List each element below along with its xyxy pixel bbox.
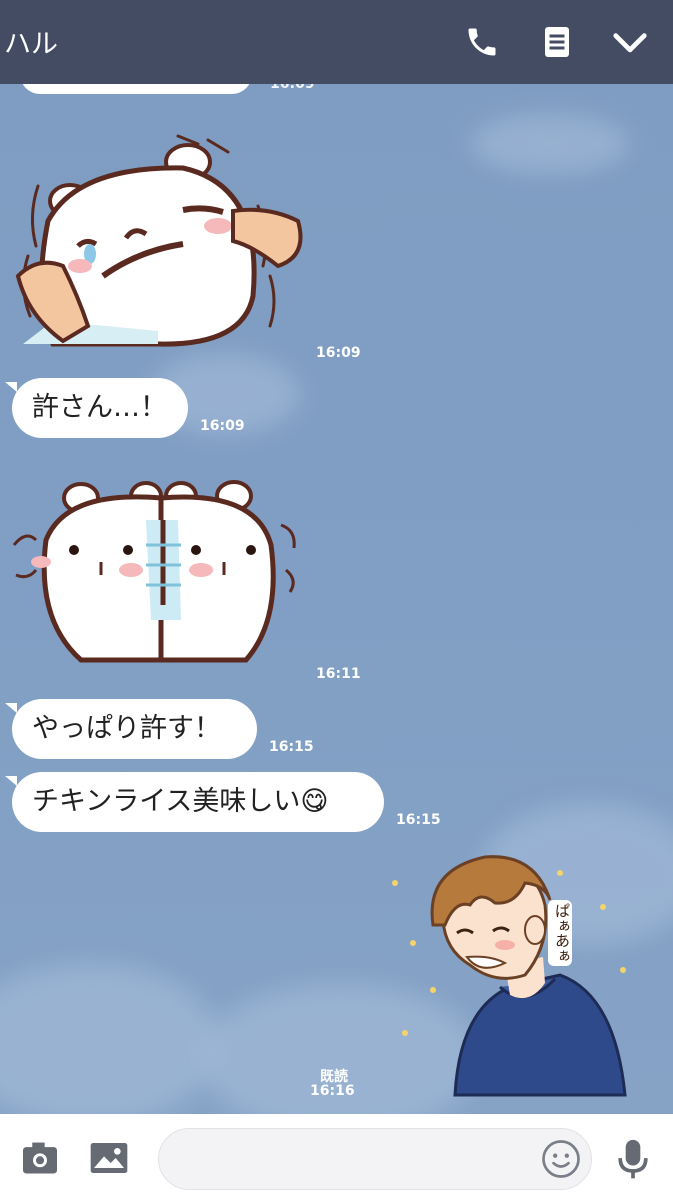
message-time: 16:09 [316, 345, 361, 361]
bear-sticker-image [15, 134, 303, 347]
phone-icon [468, 28, 496, 56]
cloud [0, 964, 220, 1114]
partial-bubble[interactable] [20, 84, 252, 94]
message-time: 16:15 [396, 812, 441, 828]
message-time: 16:09 [200, 418, 245, 434]
sticker-caption: ぱぁあぁ [548, 900, 572, 966]
bubble-tail [5, 703, 17, 713]
image-icon [90, 1143, 128, 1173]
menu-toggle-button[interactable] [610, 22, 650, 62]
bubble-tail [5, 776, 17, 786]
chat-header: ハル [0, 0, 673, 84]
notes-icon [545, 27, 569, 57]
camera-icon [23, 1142, 57, 1174]
microphone-icon [618, 1139, 648, 1179]
emoji-button[interactable] [540, 1138, 582, 1180]
chevron-down-icon [613, 33, 647, 53]
notes-button[interactable] [537, 22, 577, 62]
emoji-icon [542, 1140, 580, 1178]
camera-button[interactable] [20, 1138, 60, 1178]
message-text: チキンライス美味しい😋 [32, 786, 329, 817]
input-bar [0, 1114, 673, 1200]
message-bubble[interactable]: チキンライス美味しい😋 [5, 772, 384, 832]
sticker-laughing-boy[interactable]: ぱぁあぁ [385, 845, 655, 1107]
voice-button[interactable] [612, 1136, 654, 1184]
sticker-bear-stretching[interactable] [8, 126, 308, 352]
bubble-tail [5, 382, 17, 392]
cloud [470, 114, 630, 174]
two-bears-sticker-image [12, 480, 296, 663]
message-text: 許さん…！ [32, 392, 167, 423]
sticker-two-bears[interactable] [6, 470, 306, 666]
message-time: 16:15 [269, 739, 314, 755]
message-time: 16:16 [310, 1083, 355, 1099]
message-bubble[interactable]: やっぱり許す！ [5, 699, 257, 759]
message-bubble[interactable]: 許さん…！ [5, 378, 188, 438]
chat-title[interactable]: ハル [4, 22, 58, 61]
image-button[interactable] [88, 1138, 130, 1178]
message-input[interactable] [158, 1128, 592, 1190]
message-time: 16:11 [316, 666, 361, 682]
message-text: やっぱり許す！ [32, 713, 221, 744]
call-button[interactable] [462, 22, 502, 62]
boy-sticker-image [392, 855, 627, 1097]
message-time: 16:09 [270, 84, 315, 92]
